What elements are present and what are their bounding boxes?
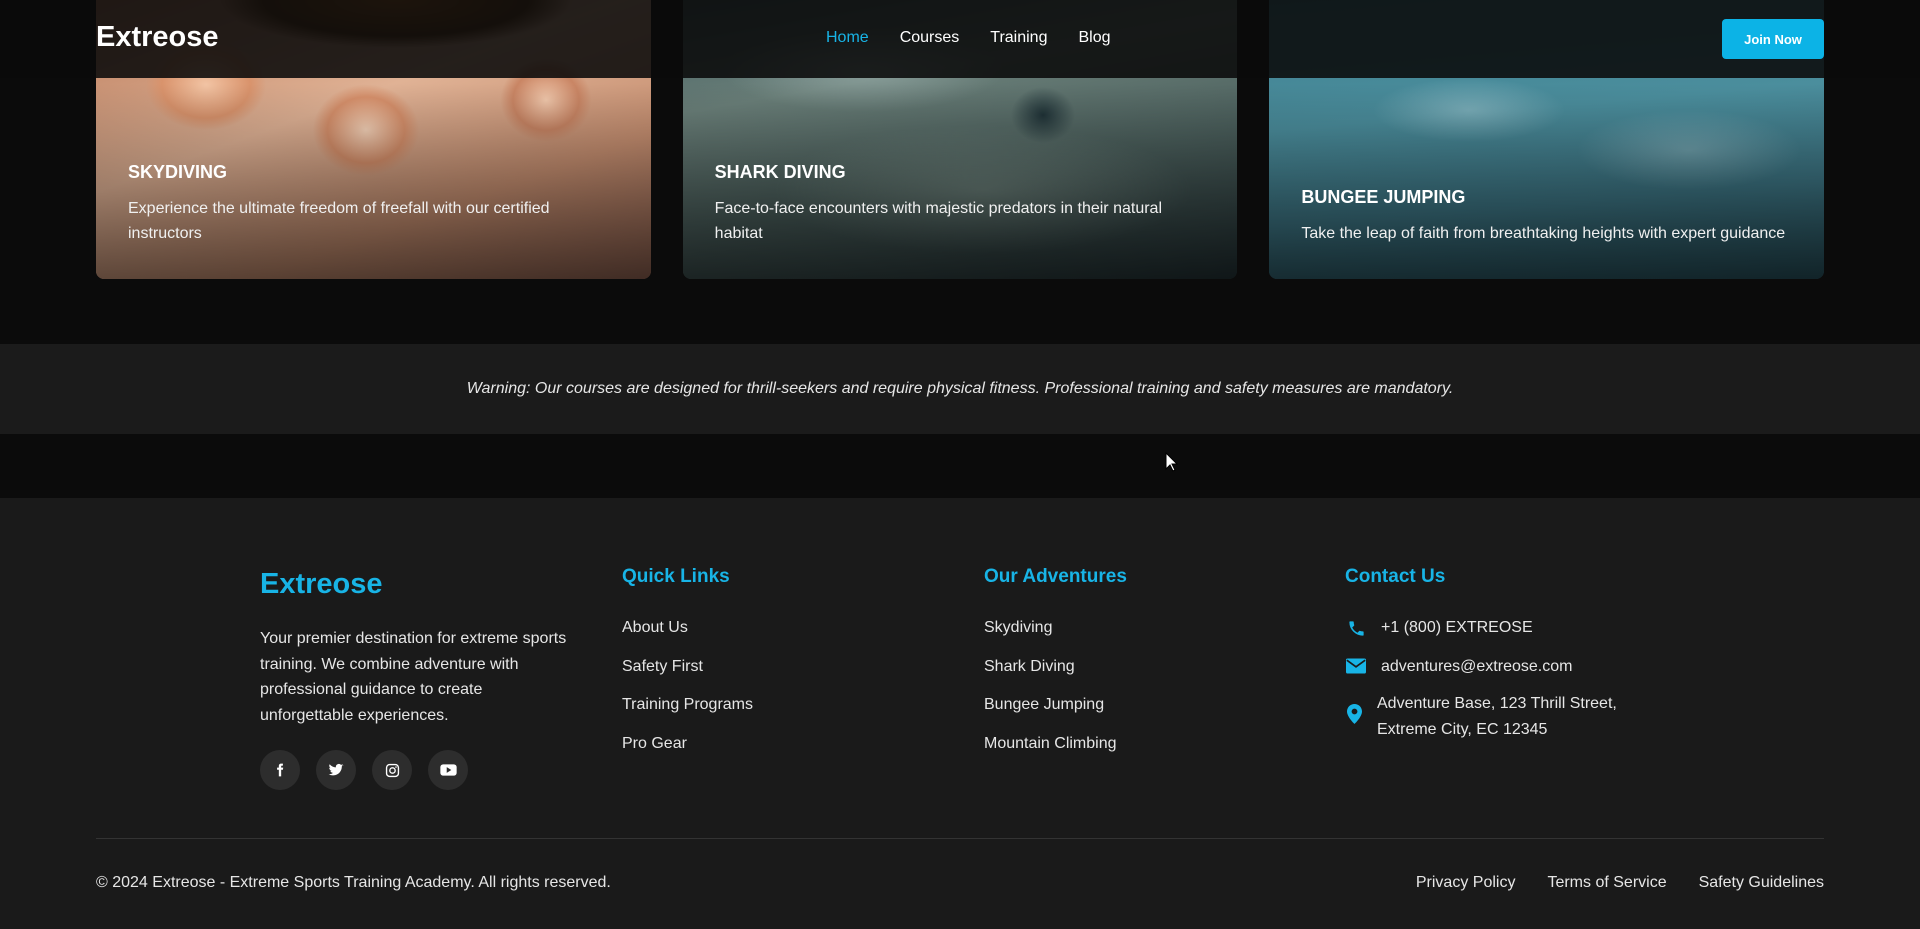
warning-text: Warning: Our courses are designed for th… [466,380,1454,397]
address-line-1: Adventure Base, 123 Thrill Street, [1377,695,1617,712]
main-nav: Home Courses Training Blog [826,29,1111,47]
terms-of-service-link[interactable]: Terms of Service [1547,874,1666,892]
contact-address-text: Adventure Base, 123 Thrill Street, Extre… [1377,691,1617,743]
nav-home[interactable]: Home [826,29,869,47]
footer-link-about-us[interactable]: About Us [622,619,753,658]
copyright-text: © 2024 Extreose - Extreme Sports Trainin… [96,874,611,891]
footer-link-pro-gear[interactable]: Pro Gear [622,735,753,774]
privacy-policy-link[interactable]: Privacy Policy [1416,874,1516,892]
contact-email: adventures@extreose.com [1345,654,1572,680]
contact-heading: Contact Us [1345,566,1446,587]
facebook-icon[interactable] [260,750,300,790]
nav-courses[interactable]: Courses [900,29,960,47]
footer-link-mountain-climbing[interactable]: Mountain Climbing [984,735,1117,774]
site-logo[interactable]: Extreose [96,21,219,54]
nav-training[interactable]: Training [990,29,1047,47]
footer-link-training-programs[interactable]: Training Programs [622,696,753,735]
legal-links: Privacy Policy Terms of Service Safety G… [1416,874,1824,892]
contact-phone: +1 (800) EXTREOSE [1345,615,1533,641]
quick-links-list: About Us Safety First Training Programs … [622,619,753,773]
youtube-icon[interactable] [428,750,468,790]
envelope-icon [1345,654,1367,674]
site-footer: Extreose Your premier destination for ex… [0,498,1920,929]
join-now-button[interactable]: Join Now [1722,19,1824,59]
card-title: SKYDIVING [128,162,228,182]
warning-banner: Warning: Our courses are designed for th… [0,344,1920,434]
footer-link-bungee-jumping[interactable]: Bungee Jumping [984,696,1117,735]
contact-address: Adventure Base, 123 Thrill Street, Extre… [1345,691,1617,743]
quick-links-heading: Quick Links [622,566,730,587]
footer-divider [96,838,1824,839]
contact-email-text[interactable]: adventures@extreose.com [1381,654,1572,680]
card-description: Take the leap of faith from breathtaking… [1301,225,1786,242]
map-pin-icon [1345,691,1363,724]
adventures-heading: Our Adventures [984,566,1127,587]
instagram-icon[interactable] [372,750,412,790]
contact-phone-text[interactable]: +1 (800) EXTREOSE [1381,615,1533,641]
site-header: Extreose Home Courses Training Blog Join… [0,0,1920,78]
safety-guidelines-link[interactable]: Safety Guidelines [1699,874,1824,892]
footer-link-safety-first[interactable]: Safety First [622,658,753,697]
phone-icon [1345,615,1367,638]
card-description: Experience the ultimate freedom of freef… [128,200,550,242]
footer-about-text: Your premier destination for extreme spo… [260,630,567,724]
mouse-cursor-icon [1165,451,1179,477]
footer-logo[interactable]: Extreose [260,568,383,601]
card-title: SHARK DIVING [714,162,846,182]
adventures-list: Skydiving Shark Diving Bungee Jumping Mo… [984,619,1117,773]
card-title: BUNGEE JUMPING [1301,187,1466,207]
footer-link-shark-diving[interactable]: Shark Diving [984,658,1117,697]
card-description: Face-to-face encounters with majestic pr… [714,200,1162,242]
address-line-2: Extreme City, EC 12345 [1377,721,1548,738]
twitter-icon[interactable] [316,750,356,790]
social-links [260,750,468,790]
nav-blog[interactable]: Blog [1078,29,1110,47]
footer-link-skydiving[interactable]: Skydiving [984,619,1117,658]
